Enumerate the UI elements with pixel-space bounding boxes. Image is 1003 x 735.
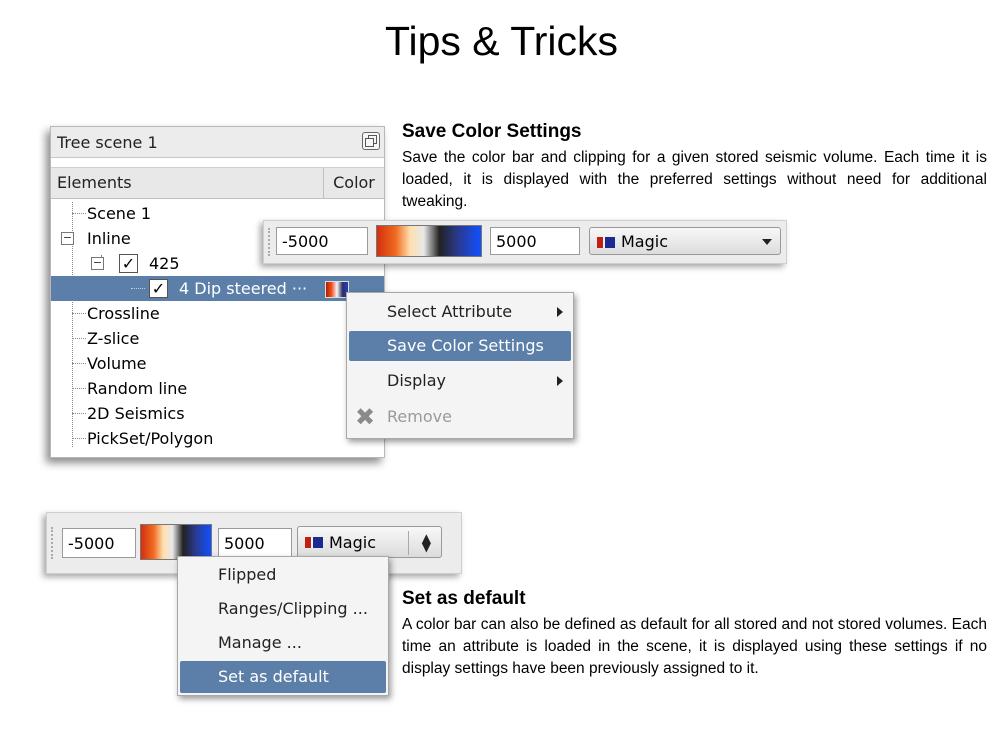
menu-item-manage[interactable]: Manage ... <box>180 627 386 659</box>
tree-item-crossline[interactable]: Crossline <box>51 301 384 326</box>
menu-item-label: Set as default <box>218 667 329 686</box>
set-as-default-heading: Set as default <box>402 588 526 609</box>
colorbar-preview[interactable] <box>140 524 212 560</box>
menu-item-label: Display <box>387 371 446 390</box>
colortable-name: Magic <box>329 533 377 552</box>
tree-titlebar: Tree scene 1 <box>51 127 384 158</box>
column-elements[interactable]: Elements <box>57 173 132 192</box>
column-color[interactable]: Color <box>323 168 384 198</box>
clip-max-input[interactable]: 5000 <box>490 227 580 255</box>
collapse-icon[interactable]: − <box>91 257 104 270</box>
tree-item-label: Inline <box>87 229 131 248</box>
colortable-swatch-icon <box>305 537 323 548</box>
menu-item-label: Remove <box>387 407 452 426</box>
remove-x-icon: ✖ <box>355 403 376 431</box>
clip-min-input[interactable]: -5000 <box>62 528 136 558</box>
tree-item-label: PickSet/Polygon <box>87 429 214 448</box>
menu-item-label: Ranges/Clipping ... <box>218 599 368 618</box>
dropdown-arrow-icon <box>762 239 772 245</box>
select-divider <box>408 531 409 555</box>
menu-item-remove: ✖ Remove <box>349 402 571 432</box>
set-as-default-description: A color bar can also be defined as defau… <box>402 616 987 677</box>
tree-item-label: Scene 1 <box>87 204 152 223</box>
collapse-icon[interactable]: − <box>61 232 74 245</box>
tree-item-label: Random line <box>87 379 188 398</box>
tree-item-random-line[interactable]: Random line <box>51 376 384 401</box>
colortable-swatch-icon <box>597 237 615 248</box>
save-color-settings-description: Save the color bar and clipping for a gi… <box>402 149 987 210</box>
tree-item-label: 2D Seismics <box>87 404 185 423</box>
tree-context-menu: Select Attribute Save Color Settings Dis… <box>346 292 574 439</box>
tree-item-label: 425 <box>149 254 180 273</box>
save-color-settings-heading: Save Color Settings <box>402 121 582 142</box>
tree-item-2d-seismics[interactable]: 2D Seismics <box>51 401 384 426</box>
tree-item-dip-steered[interactable]: ✓ 4 Dip steered ··· <box>51 276 384 301</box>
menu-item-flipped[interactable]: Flipped <box>180 559 386 591</box>
menu-item-display[interactable]: Display <box>349 366 571 396</box>
submenu-arrow-icon <box>557 376 563 386</box>
checkbox-icon[interactable]: ✓ <box>149 279 168 298</box>
clip-min-input[interactable]: -5000 <box>276 227 368 255</box>
undock-icon[interactable] <box>362 132 380 150</box>
colorbar-preview[interactable] <box>376 225 482 257</box>
colortable-select[interactable]: Magic ▲ ▼ <box>297 526 442 558</box>
checkbox-icon[interactable]: ✓ <box>119 254 138 273</box>
menu-item-select-attribute[interactable]: Select Attribute <box>349 297 571 327</box>
menu-item-label: Manage ... <box>218 633 302 652</box>
slide-title: Tips & Tricks <box>384 18 619 64</box>
tree-item-volume[interactable]: Volume <box>51 351 384 376</box>
tree-scene-panel: Tree scene 1 Elements Color Scene 1 − In… <box>50 126 385 458</box>
spin-arrows-icon: ▲ ▼ <box>421 531 431 554</box>
tree-title: Tree scene 1 <box>57 133 158 152</box>
menu-item-label: Save Color Settings <box>387 336 544 355</box>
toolbar-grip-handle[interactable] <box>268 228 275 256</box>
colorbar-context-menu: Flipped Ranges/Clipping ... Manage ... S… <box>177 556 389 696</box>
tree-item-label: Z-slice <box>87 329 140 348</box>
colortable-select[interactable]: Magic <box>589 227 781 255</box>
tree-item-zslice[interactable]: Z-slice <box>51 326 384 351</box>
menu-item-ranges-clipping[interactable]: Ranges/Clipping ... <box>180 593 386 625</box>
submenu-arrow-icon <box>557 307 563 317</box>
menu-item-label: Flipped <box>218 565 277 584</box>
colorbar-toolbar-top: -5000 5000 Magic <box>263 220 787 264</box>
tree-item-label: Crossline <box>87 304 160 323</box>
toolbar-grip-handle[interactable] <box>51 527 58 559</box>
tree-item-label: Volume <box>87 354 147 373</box>
menu-item-save-color-settings[interactable]: Save Color Settings <box>349 331 571 361</box>
colortable-name: Magic <box>621 232 669 251</box>
menu-item-set-as-default[interactable]: Set as default <box>180 661 386 693</box>
menu-item-label: Select Attribute <box>387 302 513 321</box>
clip-max-input[interactable]: 5000 <box>218 528 292 558</box>
tree-item-label: 4 Dip steered ··· <box>179 279 308 298</box>
tree-item-pickset[interactable]: PickSet/Polygon <box>51 426 384 451</box>
tree-column-header: Elements Color <box>51 167 384 199</box>
